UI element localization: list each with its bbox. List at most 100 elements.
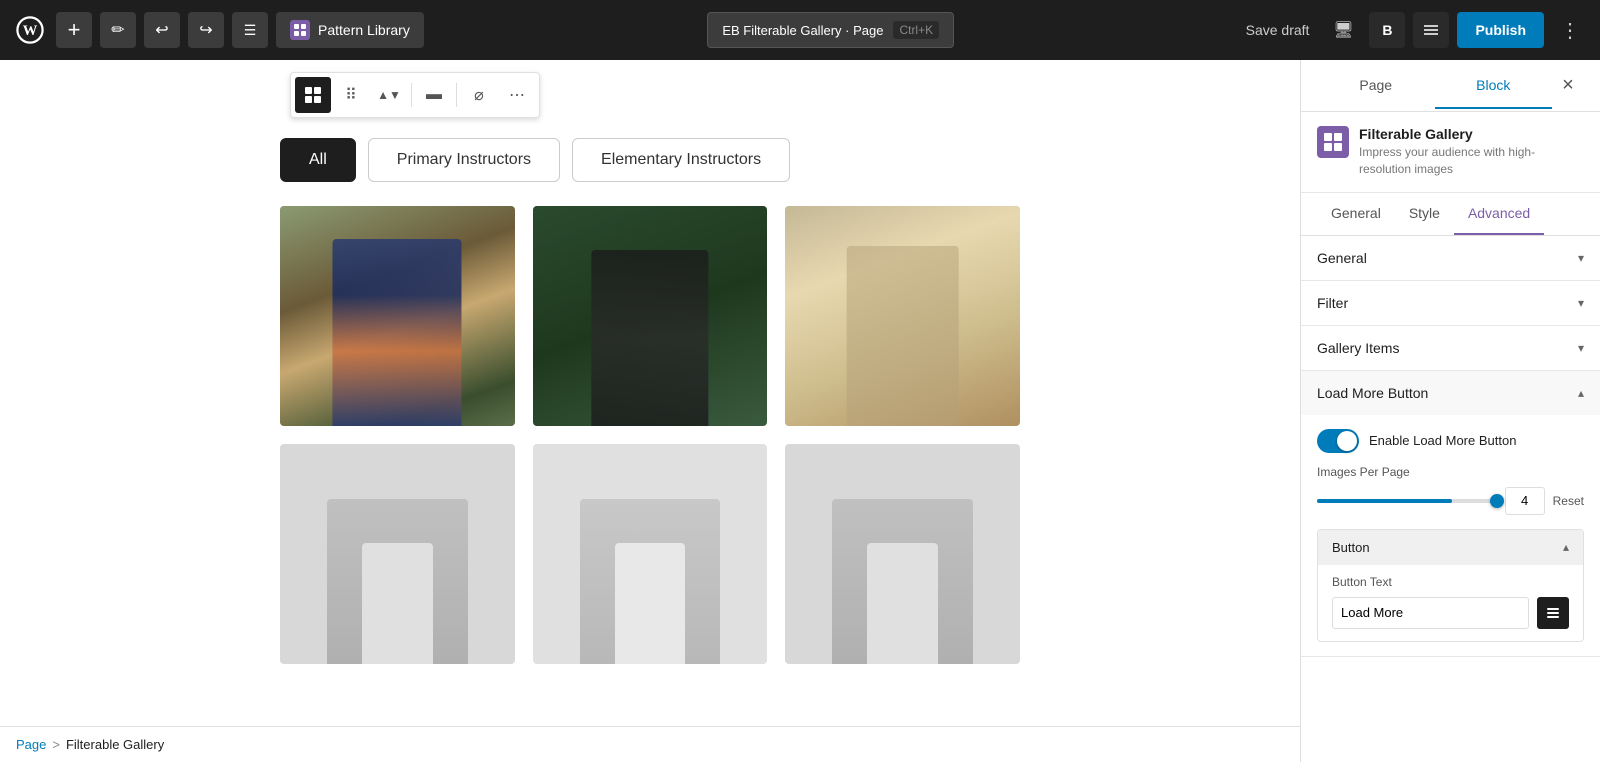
block-toolbar: ⠿ ▲▼ ▬ ⌀ ⋯ bbox=[290, 72, 540, 118]
gallery-items-accordion-header[interactable]: Gallery Items ▾ bbox=[1301, 326, 1600, 370]
right-panel: Page Block × Filterable Gallery Impress … bbox=[1300, 60, 1600, 762]
button-text-input[interactable] bbox=[1332, 597, 1529, 629]
button-subsection-chevron-icon: ▴ bbox=[1563, 540, 1569, 554]
gallery-item-2[interactable] bbox=[533, 206, 768, 426]
pattern-library-button[interactable]: Pattern Library bbox=[276, 12, 424, 48]
publish-button[interactable]: Publish bbox=[1457, 12, 1544, 48]
pattern-lib-icon bbox=[290, 20, 310, 40]
monitor-button[interactable]: 🖥 bbox=[1325, 12, 1361, 48]
wp-logo: W bbox=[12, 12, 48, 48]
slider-thumb bbox=[1490, 494, 1504, 508]
toolbar-divider bbox=[411, 83, 412, 107]
page-name: EB Filterable Gallery · Page bbox=[722, 23, 883, 38]
gallery-item-6[interactable] bbox=[785, 444, 1020, 664]
pen-button[interactable]: ✏ bbox=[100, 12, 136, 48]
gallery-item-1[interactable] bbox=[280, 206, 515, 426]
page-info[interactable]: EB Filterable Gallery · Page Ctrl+K bbox=[707, 12, 954, 48]
image-grid bbox=[280, 206, 1020, 664]
content-area: ⠿ ▲▼ ▬ ⌀ ⋯ All Primary Instructors Eleme… bbox=[0, 60, 1300, 762]
reset-button[interactable]: Reset bbox=[1553, 494, 1584, 508]
right-tools: Save draft 🖥 B Publish ⋮ bbox=[1238, 12, 1588, 48]
general-chevron-icon: ▾ bbox=[1578, 251, 1584, 265]
images-per-page-slider[interactable] bbox=[1317, 499, 1497, 503]
load-more-accordion-header[interactable]: Load More Button ▴ bbox=[1301, 371, 1600, 415]
top-bar: W + ✏ ↩ ↪ ☰ Pattern Library EB Filterabl… bbox=[0, 0, 1600, 60]
plugin-name: Filterable Gallery bbox=[1359, 126, 1584, 142]
more-tool[interactable]: ⋯ bbox=[499, 77, 535, 113]
filter-row: All Primary Instructors Elementary Instr… bbox=[280, 138, 1020, 182]
breadcrumb-bar: Page > Filterable Gallery bbox=[0, 726, 1300, 762]
main-layout: ⠿ ▲▼ ▬ ⌀ ⋯ All Primary Instructors Eleme… bbox=[0, 0, 1600, 762]
edit-tool[interactable]: ⌀ bbox=[461, 77, 497, 113]
button-subsection-title: Button bbox=[1332, 540, 1370, 555]
button-subsection-body: Button Text bbox=[1318, 575, 1583, 641]
undo-button[interactable]: ↩ bbox=[144, 12, 180, 48]
gallery-items-chevron-icon: ▾ bbox=[1578, 341, 1584, 355]
drag-tool[interactable]: ⠿ bbox=[333, 77, 369, 113]
gallery-items-section: Gallery Items ▾ bbox=[1301, 326, 1600, 371]
button-text-row bbox=[1318, 597, 1583, 641]
close-panel-button[interactable]: × bbox=[1552, 70, 1584, 102]
images-per-page-label: Images Per Page bbox=[1317, 465, 1584, 479]
general-section: General ▾ bbox=[1301, 236, 1600, 281]
load-more-section: Load More Button ▴ Enable Load More Butt… bbox=[1301, 371, 1600, 657]
plugin-text: Filterable Gallery Impress your audience… bbox=[1359, 126, 1584, 178]
button-stack-icon[interactable] bbox=[1537, 597, 1569, 629]
center-area: EB Filterable Gallery · Page Ctrl+K bbox=[432, 12, 1230, 48]
breadcrumb-page[interactable]: Page bbox=[16, 737, 46, 752]
redo-button[interactable]: ↪ bbox=[188, 12, 224, 48]
svg-text:W: W bbox=[23, 23, 38, 39]
plugin-icon bbox=[1317, 126, 1349, 158]
general-section-title: General bbox=[1317, 250, 1367, 266]
panel-header: Page Block × bbox=[1301, 60, 1600, 112]
advanced-subtab[interactable]: Advanced bbox=[1454, 193, 1544, 235]
filter-accordion-header[interactable]: Filter ▾ bbox=[1301, 281, 1600, 325]
gallery-item-3[interactable] bbox=[785, 206, 1020, 426]
slider-fill bbox=[1317, 499, 1452, 503]
button-subsection-header[interactable]: Button ▴ bbox=[1318, 530, 1583, 565]
page-tab[interactable]: Page bbox=[1317, 63, 1435, 109]
block-tab[interactable]: Block bbox=[1435, 63, 1553, 109]
gallery-item-4[interactable] bbox=[280, 444, 515, 664]
images-per-page-row: 4 Reset bbox=[1317, 487, 1584, 515]
general-accordion-header[interactable]: General ▾ bbox=[1301, 236, 1600, 280]
more-options-button[interactable]: ⋮ bbox=[1552, 12, 1588, 48]
enable-load-more-toggle[interactable] bbox=[1317, 429, 1359, 453]
sub-tabs: General Style Advanced bbox=[1301, 193, 1600, 236]
plugin-description: Impress your audience with high-resoluti… bbox=[1359, 144, 1584, 178]
gallery-item-5[interactable] bbox=[533, 444, 768, 664]
settings-button[interactable] bbox=[1413, 12, 1449, 48]
add-button[interactable]: + bbox=[56, 12, 92, 48]
breadcrumb-current: Filterable Gallery bbox=[66, 737, 164, 752]
grid-view-tool[interactable] bbox=[295, 77, 331, 113]
pattern-library-label: Pattern Library bbox=[318, 22, 410, 38]
gallery-items-title: Gallery Items bbox=[1317, 340, 1399, 356]
general-subtab[interactable]: General bbox=[1317, 193, 1395, 235]
enable-load-more-label: Enable Load More Button bbox=[1369, 433, 1516, 448]
toolbar-divider-2 bbox=[456, 83, 457, 107]
keyboard-shortcut: Ctrl+K bbox=[893, 21, 939, 39]
block-switcher-button[interactable]: B bbox=[1369, 12, 1405, 48]
filter-all-button[interactable]: All bbox=[280, 138, 356, 182]
filter-elementary-button[interactable]: Elementary Instructors bbox=[572, 138, 790, 182]
load-more-section-title: Load More Button bbox=[1317, 385, 1428, 401]
move-tool[interactable]: ▲▼ bbox=[371, 77, 407, 113]
load-more-chevron-icon: ▴ bbox=[1578, 386, 1584, 400]
toggle-knob bbox=[1337, 431, 1357, 451]
filter-section-title: Filter bbox=[1317, 295, 1348, 311]
gallery-section: All Primary Instructors Elementary Instr… bbox=[0, 118, 1300, 684]
save-draft-button[interactable]: Save draft bbox=[1238, 22, 1318, 38]
load-more-body: Enable Load More Button Images Per Page … bbox=[1301, 415, 1600, 656]
list-view-button[interactable]: ☰ bbox=[232, 12, 268, 48]
filter-primary-button[interactable]: Primary Instructors bbox=[368, 138, 560, 182]
style-subtab[interactable]: Style bbox=[1395, 193, 1454, 235]
enable-load-more-row: Enable Load More Button bbox=[1317, 429, 1584, 453]
breadcrumb-separator: > bbox=[52, 737, 60, 752]
filter-section: Filter ▾ bbox=[1301, 281, 1600, 326]
button-subsection: Button ▴ Button Text bbox=[1317, 529, 1584, 642]
button-text-label: Button Text bbox=[1332, 575, 1569, 589]
align-tool[interactable]: ▬ bbox=[416, 77, 452, 113]
images-per-page-value[interactable]: 4 bbox=[1505, 487, 1545, 515]
plugin-info: Filterable Gallery Impress your audience… bbox=[1301, 112, 1600, 193]
filter-chevron-icon: ▾ bbox=[1578, 296, 1584, 310]
